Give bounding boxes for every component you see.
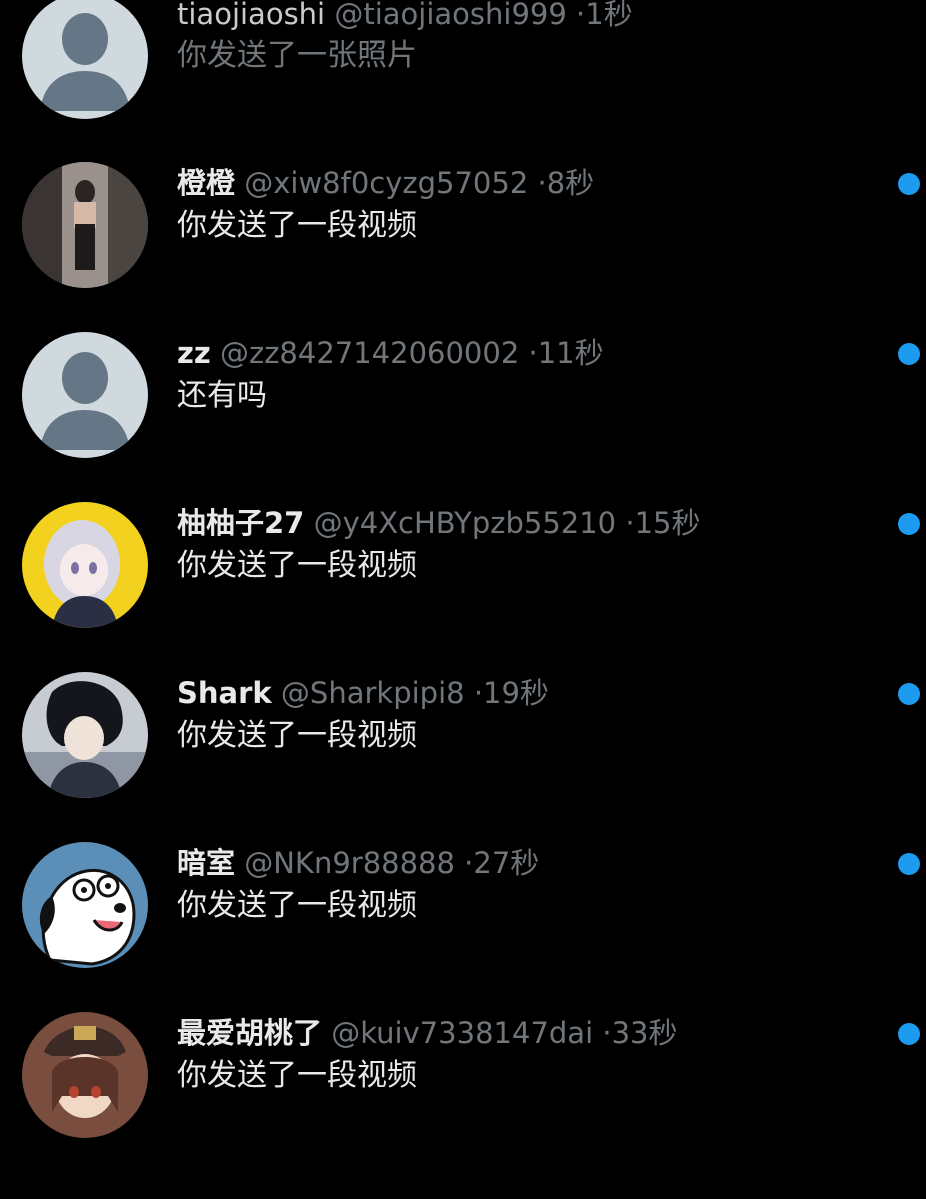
- timestamp: 33秒: [611, 1016, 678, 1050]
- unread-indicator: [898, 853, 920, 875]
- conversation-row[interactable]: 暗室 @NKn9r88888 ·27秒 你发送了一段视频: [0, 840, 926, 990]
- unread-indicator: [898, 513, 920, 535]
- separator-dot: ·: [537, 166, 547, 200]
- unread-indicator: [898, 683, 920, 705]
- conversation-row[interactable]: 橙橙 @xiw8f0cyzg57052 ·8秒 你发送了一段视频: [0, 160, 926, 310]
- avatar[interactable]: [22, 1012, 148, 1138]
- message-preview: 还有吗: [177, 378, 267, 413]
- display-name[interactable]: 最爱胡桃了: [177, 1016, 322, 1050]
- timestamp: 11秒: [537, 336, 604, 370]
- separator-dot: ·: [528, 336, 538, 370]
- message-preview: 你发送了一段视频: [177, 888, 417, 923]
- timestamp: 1秒: [585, 0, 633, 31]
- avatar[interactable]: [22, 162, 148, 288]
- default-profile-icon: [22, 332, 148, 458]
- separator-dot: ·: [464, 846, 474, 880]
- conversation-header: 柚柚子27 @y4XcHBYpzb55210 ·15秒: [177, 506, 700, 540]
- user-handle: @Sharkpipi8: [280, 676, 465, 710]
- conversation-row[interactable]: tiaojiaoshi @tiaojiaoshi999 ·1秒 你发送了一张照片: [0, 0, 926, 145]
- anime-avatar: [22, 672, 148, 798]
- message-preview: 你发送了一段视频: [177, 208, 417, 243]
- conversation-header: 最爱胡桃了 @kuiv7338147dai ·33秒: [177, 1016, 677, 1050]
- message-preview: 你发送了一张照片: [177, 38, 417, 73]
- timestamp: 8秒: [546, 166, 595, 200]
- display-name[interactable]: 柚柚子27: [177, 506, 304, 540]
- conversation-row[interactable]: 最爱胡桃了 @kuiv7338147dai ·33秒 你发送了一段视频: [0, 1010, 926, 1160]
- message-preview: 你发送了一段视频: [177, 718, 417, 753]
- anime-avatar: [22, 502, 148, 628]
- default-profile-icon: [22, 0, 148, 119]
- separator-dot: ·: [602, 1016, 612, 1050]
- unread-indicator: [898, 173, 920, 195]
- conversation-row[interactable]: zz @zz8427142060002 ·11秒 还有吗: [0, 330, 926, 480]
- display-name[interactable]: tiaojiaoshi: [177, 0, 325, 31]
- display-name[interactable]: zz: [177, 336, 211, 370]
- conversation-row[interactable]: Shark @Sharkpipi8 ·19秒 你发送了一段视频: [0, 670, 926, 820]
- user-handle: @zz8427142060002: [219, 336, 520, 370]
- timestamp: 27秒: [473, 846, 540, 880]
- avatar[interactable]: [22, 502, 148, 628]
- conversation-row[interactable]: 柚柚子27 @y4XcHBYpzb55210 ·15秒 你发送了一段视频: [0, 500, 926, 650]
- dm-conversation-list: tiaojiaoshi @tiaojiaoshi999 ·1秒 你发送了一张照片…: [0, 0, 926, 1199]
- user-handle: @y4XcHBYpzb55210: [313, 506, 617, 540]
- display-name[interactable]: 暗室: [177, 846, 235, 880]
- message-preview: 你发送了一段视频: [177, 1058, 417, 1093]
- avatar[interactable]: [22, 672, 148, 798]
- avatar[interactable]: [22, 842, 148, 968]
- display-name[interactable]: 橙橙: [177, 166, 235, 200]
- display-name[interactable]: Shark: [177, 676, 272, 710]
- separator-dot: ·: [473, 676, 484, 710]
- photo-avatar: [22, 162, 148, 288]
- user-handle: @NKn9r88888: [244, 846, 455, 880]
- separator-dot: ·: [625, 506, 635, 540]
- timestamp: 19秒: [483, 676, 549, 710]
- user-handle: @kuiv7338147dai: [331, 1016, 594, 1050]
- user-handle: @xiw8f0cyzg57052: [244, 166, 529, 200]
- conversation-header: Shark @Sharkpipi8 ·19秒: [177, 676, 549, 710]
- unread-indicator: [898, 343, 920, 365]
- unread-indicator: [898, 1023, 920, 1045]
- anime-avatar: [22, 1012, 148, 1138]
- conversation-header: 橙橙 @xiw8f0cyzg57052 ·8秒: [177, 166, 594, 200]
- user-handle: @tiaojiaoshi999: [334, 0, 567, 31]
- separator-dot: ·: [576, 0, 586, 31]
- cartoon-dog-avatar: [22, 842, 148, 968]
- timestamp: 15秒: [634, 506, 701, 540]
- avatar[interactable]: [22, 332, 148, 458]
- conversation-header: tiaojiaoshi @tiaojiaoshi999 ·1秒: [177, 0, 633, 31]
- conversation-header: 暗室 @NKn9r88888 ·27秒: [177, 846, 539, 880]
- conversation-header: zz @zz8427142060002 ·11秒: [177, 336, 604, 370]
- avatar[interactable]: [22, 0, 148, 119]
- message-preview: 你发送了一段视频: [177, 548, 417, 583]
